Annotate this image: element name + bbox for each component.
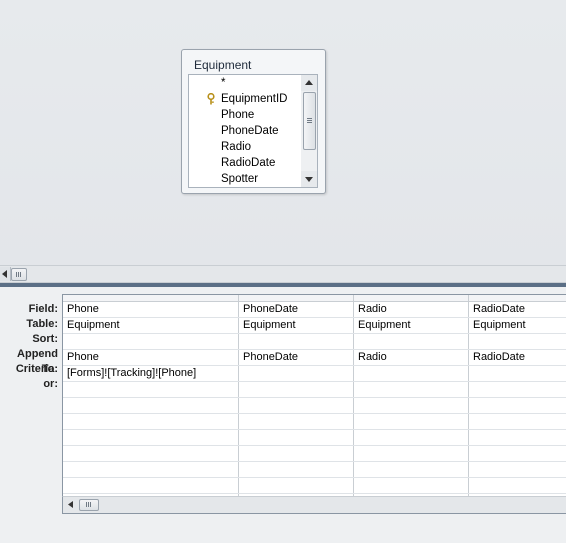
row-label-append-to: Append To: <box>17 348 58 375</box>
key-icon <box>207 93 215 105</box>
grid-row-or <box>63 382 566 398</box>
field-list[interactable]: * EquipmentID Phone PhoneDate Radio Radi… <box>188 74 303 188</box>
grid-cell[interactable]: PhoneDate <box>239 302 354 317</box>
grid-cell[interactable] <box>354 462 469 477</box>
grid-cell[interactable] <box>354 414 469 429</box>
grid-cell[interactable] <box>469 398 566 413</box>
grid-cell[interactable] <box>239 446 354 461</box>
grid-cell[interactable] <box>354 334 469 349</box>
grid-cell[interactable] <box>239 334 354 349</box>
grid-cell[interactable]: RadioDate <box>469 350 566 365</box>
grid-row-empty <box>63 462 566 478</box>
scroll-thumb[interactable] <box>303 92 316 150</box>
grid-row-empty <box>63 414 566 430</box>
field-list-scrollbar[interactable] <box>301 74 318 188</box>
row-label-criteria: Criteria: <box>15 363 58 375</box>
table-pane-scrollbar[interactable] <box>0 265 566 283</box>
grid-cell[interactable]: Equipment <box>63 318 239 333</box>
design-grid[interactable]: Phone PhoneDate Radio RadioDate Equipmen… <box>62 294 566 502</box>
grid-row-empty <box>63 430 566 446</box>
grid-cell[interactable]: RadioDate <box>469 302 566 317</box>
column-selectors[interactable] <box>63 295 566 302</box>
field-item[interactable]: * <box>189 75 302 91</box>
field-item[interactable]: RadioDate <box>189 155 302 171</box>
grid-cell[interactable] <box>63 462 239 477</box>
grid-cell[interactable] <box>354 430 469 445</box>
grid-cell[interactable] <box>469 446 566 461</box>
grid-cell[interactable] <box>354 398 469 413</box>
grid-cell[interactable] <box>469 478 566 493</box>
scroll-thumb[interactable] <box>79 499 99 511</box>
row-label-or: or: <box>43 378 58 390</box>
field-item[interactable]: PhoneDate <box>189 123 302 139</box>
grid-row-empty <box>63 398 566 414</box>
grid-cell[interactable] <box>469 430 566 445</box>
grid-cell[interactable]: Phone <box>63 350 239 365</box>
row-label-field: Field: <box>28 303 58 315</box>
grid-cell[interactable] <box>469 414 566 429</box>
scroll-thumb[interactable] <box>11 268 27 281</box>
column-selector[interactable] <box>239 295 354 301</box>
grid-cell[interactable] <box>354 382 469 397</box>
grid-cell[interactable] <box>469 462 566 477</box>
grid-cell[interactable] <box>63 414 239 429</box>
table-field-list-equipment[interactable]: Equipment * EquipmentID Phone PhoneDate … <box>181 49 326 194</box>
row-label-table: Table: <box>26 318 58 330</box>
grid-cell[interactable]: [Forms]![Tracking]![Phone] <box>63 366 239 381</box>
grid-cell[interactable] <box>239 462 354 477</box>
arrow-left-icon[interactable] <box>64 498 78 511</box>
column-selector[interactable] <box>63 295 239 301</box>
table-pane: Equipment * EquipmentID Phone PhoneDate … <box>0 0 566 265</box>
grid-cell[interactable] <box>354 366 469 381</box>
field-item[interactable]: Radio <box>189 139 302 155</box>
grid-cell[interactable] <box>239 382 354 397</box>
grid-scrollbar[interactable] <box>62 496 566 514</box>
grid-cell[interactable]: Radio <box>354 302 469 317</box>
grid-row-criteria: [Forms]![Tracking]![Phone] <box>63 366 566 382</box>
grid-cell[interactable]: Equipment <box>354 318 469 333</box>
grid-cell[interactable] <box>354 446 469 461</box>
field-item[interactable]: Spotter <box>189 171 302 187</box>
grid-cell[interactable] <box>63 446 239 461</box>
grid-row-append-to: Phone PhoneDate Radio RadioDate <box>63 350 566 366</box>
grid-cell[interactable] <box>63 478 239 493</box>
grid-cell[interactable] <box>63 430 239 445</box>
grid-cell[interactable] <box>63 398 239 413</box>
arrow-down-icon[interactable] <box>301 171 317 187</box>
field-item[interactable]: Phone <box>189 107 302 123</box>
grid-row-field: Phone PhoneDate Radio RadioDate <box>63 302 566 318</box>
table-title: Equipment <box>194 58 252 72</box>
grid-cell[interactable] <box>239 430 354 445</box>
grid-cell[interactable] <box>63 382 239 397</box>
arrow-left-icon[interactable] <box>0 267 11 281</box>
grid-cell[interactable] <box>239 366 354 381</box>
grid-cell[interactable] <box>469 334 566 349</box>
grid-cell[interactable]: Equipment <box>469 318 566 333</box>
grid-cell[interactable]: Radio <box>354 350 469 365</box>
grid-cell[interactable] <box>469 382 566 397</box>
grid-cell[interactable] <box>354 478 469 493</box>
grid-cell[interactable]: Equipment <box>239 318 354 333</box>
field-item-primary-key[interactable]: EquipmentID <box>189 91 302 107</box>
row-label-sort: Sort: <box>32 333 58 345</box>
column-selector[interactable] <box>354 295 469 301</box>
grid-cell[interactable] <box>239 414 354 429</box>
grid-cell[interactable]: Phone <box>63 302 239 317</box>
column-selector[interactable] <box>469 295 566 301</box>
arrow-up-icon[interactable] <box>301 75 317 91</box>
grid-row-table: Equipment Equipment Equipment Equipment <box>63 318 566 334</box>
grid-cell[interactable] <box>63 334 239 349</box>
grid-row-empty <box>63 478 566 494</box>
grid-cell[interactable] <box>239 478 354 493</box>
row-labels: Field: Table: Sort: Append To: Criteria:… <box>0 295 58 392</box>
grid-cell[interactable] <box>239 398 354 413</box>
grid-row-empty <box>63 446 566 462</box>
design-grid-area: Field: Table: Sort: Append To: Criteria:… <box>0 287 566 543</box>
grid-cell[interactable]: PhoneDate <box>239 350 354 365</box>
grid-row-sort <box>63 334 566 350</box>
grid-cell[interactable] <box>469 366 566 381</box>
field-label: EquipmentID <box>221 93 288 105</box>
